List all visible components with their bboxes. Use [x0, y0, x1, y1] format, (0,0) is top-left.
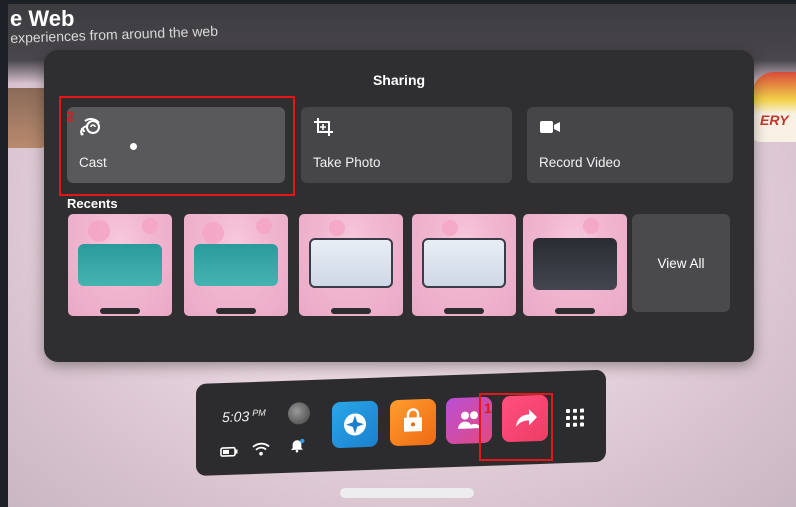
clock: 5:03 PM: [222, 408, 266, 426]
background-object: [8, 88, 48, 148]
battery-icon[interactable]: [220, 445, 238, 460]
thumbnail-image: [523, 214, 627, 316]
record-video-label: Record Video: [539, 155, 621, 170]
recent-capture-3[interactable]: [299, 214, 403, 316]
shopping-bag-icon: [404, 408, 422, 432]
app-library-grid-icon[interactable]: [566, 408, 584, 428]
video-camera-icon: [540, 121, 560, 133]
background-sign-text: ERY: [760, 112, 789, 128]
vr-home-screen: e Web experiences from around the web ER…: [0, 0, 796, 507]
recent-capture-1[interactable]: [68, 214, 172, 316]
annotation-number-2: 2: [66, 108, 74, 124]
clock-ampm: PM: [252, 407, 266, 419]
recent-capture-2[interactable]: [184, 214, 288, 316]
annotation-box-cast: [59, 96, 295, 196]
take-photo-label: Take Photo: [313, 155, 381, 170]
avatar[interactable]: [288, 402, 310, 425]
annotation-number-1: 1: [484, 400, 492, 416]
recent-capture-4[interactable]: [412, 214, 516, 316]
thumbnail-image: [299, 214, 403, 316]
home-indicator: [340, 488, 474, 498]
background-sign: ERY: [752, 72, 796, 142]
record-video-button[interactable]: Record Video: [527, 107, 733, 183]
recent-capture-5[interactable]: [523, 214, 627, 316]
take-photo-button[interactable]: Take Photo: [301, 107, 512, 183]
view-all-button[interactable]: View All: [632, 214, 730, 312]
thumbnail-image: [68, 214, 172, 316]
wifi-icon[interactable]: [252, 441, 270, 456]
explore-app-button[interactable]: [332, 400, 378, 449]
thumbnail-image: [184, 214, 288, 316]
store-app-button[interactable]: [390, 398, 436, 447]
thumbnail-image: [412, 214, 516, 316]
notification-bell-icon[interactable]: [288, 438, 306, 453]
panel-title: Sharing: [372, 72, 426, 88]
recents-heading: Recents: [67, 196, 118, 211]
clock-time: 5:03: [222, 408, 250, 426]
compass-icon: [344, 413, 366, 436]
crop-photo-icon: [314, 118, 333, 136]
